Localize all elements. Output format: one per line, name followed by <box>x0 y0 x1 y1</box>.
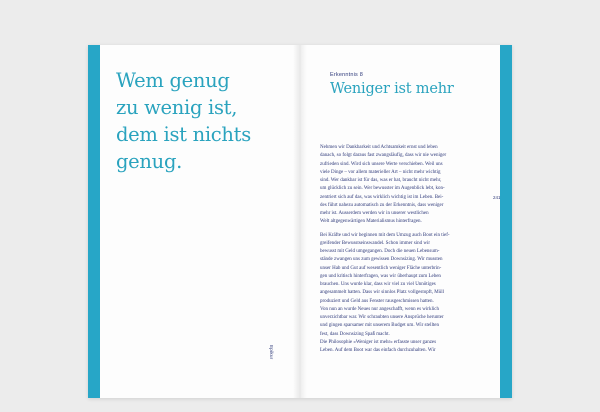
body-text-line: um glücklich zu sein. Wer bewusster im A… <box>320 186 445 192</box>
quote-block: Wem genug zu wenig ist, dem ist nichts g… <box>116 67 288 175</box>
right-page: Erkenntnis 8 Weniger ist mehr 241 Nehmen… <box>300 45 512 398</box>
left-cyan-page-edge <box>88 45 100 398</box>
body-text-line: unverzichtbar war. Wir schraubten unsere… <box>320 315 444 320</box>
body-text-line: Leben. Auf dem Boot war das einfach durc… <box>320 348 436 353</box>
body-text-line: bewusst mit Geld umgegangen. Doch die ne… <box>320 249 440 254</box>
body-text-line: Von nun an wurde Neues nur angeschafft, … <box>320 306 439 312</box>
body-text-line: stände zwangen uns zum gewissen Downsizi… <box>320 257 443 263</box>
body-text-line: Nehmen wir Dankbarkeit und Achtsamkeit e… <box>320 145 438 150</box>
body-text-line: viele Dinge – vor allem materieller Art … <box>320 169 441 175</box>
quote-line: zu wenig ist, <box>116 96 238 119</box>
book-spread: Wem genug zu wenig ist, dem ist nichts g… <box>88 45 512 398</box>
body-text-line: danach, so folgt daraus fast zwangsläufi… <box>320 153 447 159</box>
body-text-line: unser Hab und Gut auf wesentlich weniger… <box>320 265 442 271</box>
quote-line: Wem genug <box>116 69 230 92</box>
body-text-line: des führt nahezu automatisch zu der Erke… <box>320 202 444 208</box>
body-text-line: zentriert sich auf das, was wirklich wic… <box>320 194 444 200</box>
body-text-line: und gingen sparsamer mit unserem Budget … <box>320 323 439 329</box>
right-cyan-page-edge <box>500 45 512 398</box>
body-text-line: Bei Kräfte und wir beginnen mit dem Umzu… <box>320 232 450 238</box>
quote-author-label: Epikur <box>269 345 274 360</box>
body-text-line: sind. Wer dankbar ist für das, was er ha… <box>320 178 442 183</box>
body-text-line: Welt altgegenwärtigen Materialismus hint… <box>320 219 422 225</box>
chapter-title: Weniger ist mehr <box>330 81 454 97</box>
quote-line: genug. <box>116 150 183 173</box>
body-text-line: gen und kritisch hinterfragen, was wir ü… <box>320 273 441 279</box>
quote-line: dem ist nichts <box>116 123 251 146</box>
paragraph-2: Bei Kräfte und wir beginnen mit dem Umzu… <box>320 232 480 356</box>
chapter-label: Erkenntnis 8 <box>330 72 363 78</box>
body-text-line: produziert und Geld aus Fenster rausgesc… <box>320 298 434 304</box>
body-text-line: fest, dass Downsizing Spaß macht. <box>320 331 390 337</box>
body-text-line: angesammelt hatten. Dass wir sinnlos Pla… <box>320 290 445 296</box>
left-page: Wem genug zu wenig ist, dem ist nichts g… <box>88 45 300 398</box>
body-text-line: greifender Bewusstseinswandel. Schon imm… <box>320 240 430 246</box>
body-text-line: Die Philosophie »Weniger ist mehr« erfas… <box>320 339 437 345</box>
paragraph-1: Nehmen wir Dankbarkeit und Achtsamkeit e… <box>320 144 480 227</box>
body-text-line: zufrieden sind. Wird sich unsere Werte v… <box>320 161 443 167</box>
body-text: Nehmen wir Dankbarkeit und Achtsamkeit e… <box>320 144 480 355</box>
body-text-line: brauchen. Uns wurde klar, dass wir viel … <box>320 282 436 287</box>
body-text-line: mehr ist. Ausserdem werden wir in unsere… <box>320 211 429 216</box>
